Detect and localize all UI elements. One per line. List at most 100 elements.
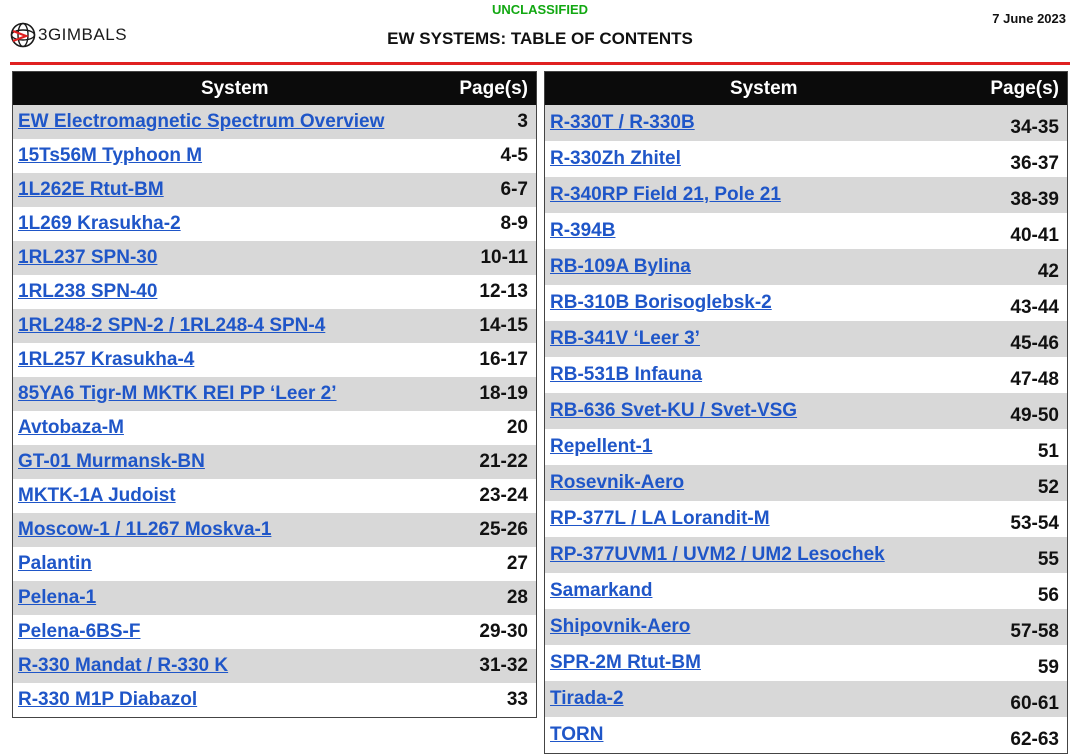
page-range: 38-39 [982, 177, 1068, 213]
system-link[interactable]: RB-341V ‘Leer 3’ [550, 328, 700, 349]
system-cell: 1L262E Rtut-BM [12, 173, 457, 207]
system-link[interactable]: RP-377UVM1 / UVM2 / UM2 Lesochek [550, 544, 885, 565]
system-link[interactable]: EW Electromagnetic Spectrum Overview [18, 111, 384, 132]
table-row: RB-109A Bylina 42 [544, 249, 1068, 285]
table-header-row: System Page(s) [12, 71, 537, 105]
system-link[interactable]: 1L269 Krasukha-2 [18, 213, 181, 234]
system-cell: 85YA6 Tigr-M MKTK REI PP ‘Leer 2’ [12, 377, 457, 411]
page-range: 25-26 [456, 513, 537, 547]
system-link[interactable]: RB-636 Svet-KU / Svet-VSG [550, 400, 797, 421]
table-row: EW Electromagnetic Spectrum Overview 3 [12, 105, 537, 139]
classification-banner: UNCLASSIFIED [491, 2, 589, 17]
table-row: 1RL248-2 SPN-2 / 1RL248-4 SPN-4 14-15 [12, 309, 537, 343]
table-row: Tirada-2 60-61 [544, 681, 1068, 717]
system-link[interactable]: Rosevnik-Aero [550, 472, 684, 493]
system-link[interactable]: Tirada-2 [550, 688, 624, 709]
system-cell: 1RL237 SPN-30 [12, 241, 457, 275]
system-link[interactable]: Pelena-1 [18, 587, 96, 608]
system-cell: Tirada-2 [544, 681, 983, 717]
system-link[interactable]: R-330 Mandat / R-330 K [18, 655, 228, 676]
system-cell: R-330 Mandat / R-330 K [12, 649, 457, 683]
system-link[interactable]: 1RL248-2 SPN-2 / 1RL248-4 SPN-4 [18, 315, 325, 336]
page-range: 42 [982, 249, 1068, 285]
system-cell: Moscow-1 / 1L267 Moskva-1 [12, 513, 457, 547]
system-link[interactable]: R-330 M1P Diabazol [18, 689, 197, 710]
system-cell: 1RL248-2 SPN-2 / 1RL248-4 SPN-4 [12, 309, 457, 343]
column-header-pages: Page(s) [456, 71, 537, 105]
system-link[interactable]: RB-531B Infauna [550, 364, 702, 385]
system-cell: Samarkand [545, 573, 983, 609]
system-link[interactable]: Palantin [18, 553, 92, 574]
system-link[interactable]: Samarkand [550, 580, 652, 601]
table-row: 1L269 Krasukha-2 8-9 [13, 207, 537, 241]
page-range: 23-24 [479, 485, 528, 506]
system-cell: Palantin [13, 547, 457, 581]
system-cell: RP-377UVM1 / UVM2 / UM2 Lesochek [544, 537, 983, 573]
system-link[interactable]: RB-310B Borisoglebsk-2 [550, 292, 772, 313]
page-range: 29-30 [479, 621, 528, 642]
table-row: 1RL238 SPN-40 12-13 [13, 275, 537, 309]
page-range: 53-54 [1010, 513, 1059, 534]
table-row: Palantin 27 [13, 547, 537, 581]
page-range: 20 [506, 417, 528, 438]
system-link[interactable]: Repellent-1 [550, 436, 652, 457]
system-link[interactable]: RB-109A Bylina [550, 256, 691, 277]
table-row: GT-01 Murmansk-BN 21-22 [12, 445, 537, 479]
system-link[interactable]: Pelena-6BS-F [18, 621, 140, 642]
system-cell: Repellent-1 [545, 429, 983, 465]
page-range: 43-44 [1010, 297, 1059, 318]
table-row: Shipovnik-Aero 57-58 [544, 609, 1068, 645]
toc-table-left: System Page(s) EW Electromagnetic Spectr… [12, 71, 537, 718]
system-link[interactable]: RP-377L / LA Lorandit-M [550, 508, 770, 529]
table-row: RB-341V ‘Leer 3’ 45-46 [544, 321, 1068, 357]
system-cell: Pelena-6BS-F [13, 615, 457, 649]
system-link[interactable]: 1RL257 Krasukha-4 [18, 349, 194, 370]
page-range: 21-22 [456, 445, 537, 479]
system-link[interactable]: Avtobaza-M [18, 417, 124, 438]
system-cell: EW Electromagnetic Spectrum Overview [12, 105, 457, 139]
page-range: 45-46 [982, 321, 1068, 357]
system-link[interactable]: 1RL237 SPN-30 [18, 247, 157, 268]
system-cell: R-330Zh Zhitel [545, 141, 983, 177]
system-link[interactable]: 1L262E Rtut-BM [18, 179, 164, 200]
page-range: 28 [456, 581, 537, 615]
system-link[interactable]: R-330T / R-330B [550, 112, 695, 133]
table-row: 1L262E Rtut-BM 6-7 [12, 173, 537, 207]
system-cell: GT-01 Murmansk-BN [12, 445, 457, 479]
system-cell: RB-636 Svet-KU / Svet-VSG [544, 393, 983, 429]
page-range: 49-50 [982, 393, 1068, 429]
table-row: RP-377L / LA Lorandit-M 53-54 [545, 501, 1068, 537]
table-row: Avtobaza-M 20 [13, 411, 537, 445]
column-header-system: System [12, 71, 457, 105]
system-cell: RB-310B Borisoglebsk-2 [545, 285, 983, 321]
page-range: 14-15 [456, 309, 537, 343]
table-row: 85YA6 Tigr-M MKTK REI PP ‘Leer 2’ 18-19 [12, 377, 537, 411]
system-cell: TORN [545, 717, 983, 754]
table-header-row: System Page(s) [544, 71, 1068, 105]
system-cell: R-394B [545, 213, 983, 249]
system-link[interactable]: GT-01 Murmansk-BN [18, 451, 205, 472]
page-range: 51 [1037, 441, 1059, 462]
system-link[interactable]: SPR-2M Rtut-BM [550, 652, 701, 673]
page-range: 18-19 [456, 377, 537, 411]
page-range: 57-58 [982, 609, 1068, 645]
system-link[interactable]: 1RL238 SPN-40 [18, 281, 157, 302]
system-link[interactable]: R-394B [550, 220, 615, 241]
page-range: 31-32 [456, 649, 537, 683]
page-range: 12-13 [479, 281, 528, 302]
system-link[interactable]: R-330Zh Zhitel [550, 148, 681, 169]
table-row: R-340RP Field 21, Pole 21 38-39 [544, 177, 1068, 213]
system-link[interactable]: R-340RP Field 21, Pole 21 [550, 184, 781, 205]
system-link[interactable]: 15Ts56M Typhoon M [18, 145, 202, 166]
system-cell: R-330 M1P Diabazol [13, 683, 457, 718]
system-link[interactable]: MKTK-1A Judoist [18, 485, 176, 506]
page-range: 4-5 [500, 145, 528, 166]
table-row: R-330 Mandat / R-330 K 31-32 [12, 649, 537, 683]
table-row: Samarkand 56 [545, 573, 1068, 609]
page-range: 52 [982, 465, 1068, 501]
system-link[interactable]: 85YA6 Tigr-M MKTK REI PP ‘Leer 2’ [18, 383, 337, 404]
column-header-pages: Page(s) [982, 71, 1068, 105]
system-link[interactable]: Moscow-1 / 1L267 Moskva-1 [18, 519, 271, 540]
system-link[interactable]: Shipovnik-Aero [550, 616, 690, 637]
system-cell: 1L269 Krasukha-2 [13, 207, 457, 241]
